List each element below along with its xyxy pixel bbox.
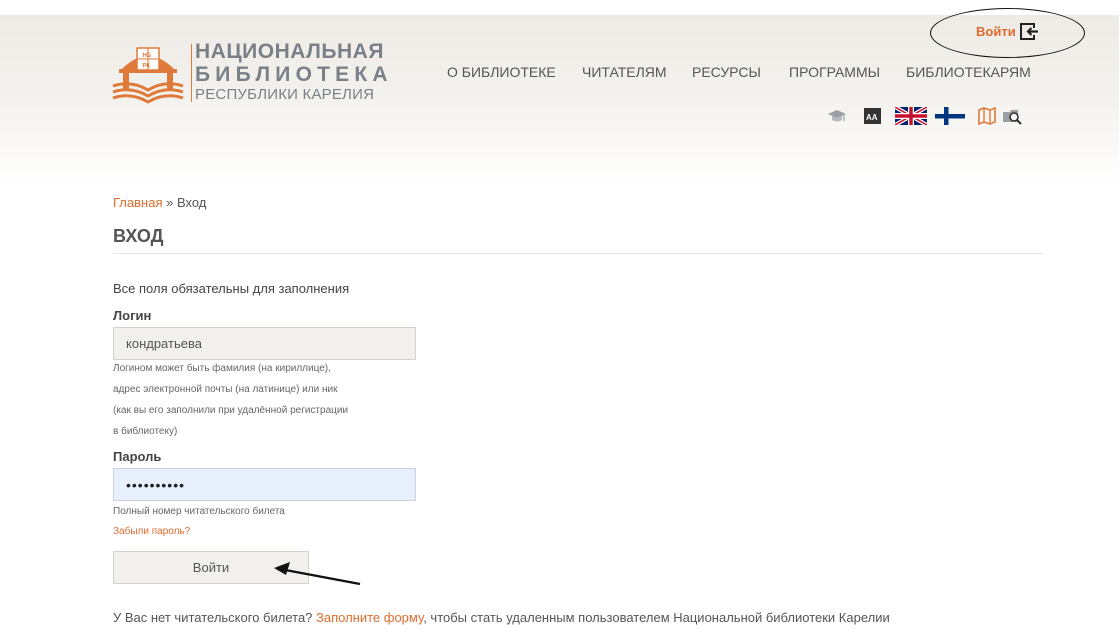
main-nav: О БИБЛИОТЕКЕ ЧИТАТЕЛЯМ РЕСУРСЫ ПРОГРАММЫ…: [0, 64, 1119, 84]
register-form-link[interactable]: Заполните форму: [316, 610, 423, 625]
nav-programs[interactable]: ПРОГРАММЫ: [789, 64, 880, 80]
title-divider: [113, 253, 1043, 254]
header-login-label: Войти: [976, 23, 1016, 39]
password-hint: Полный номер читательского билета: [113, 506, 285, 517]
required-fields-note: Все поля обязательны для заполнения: [113, 281, 350, 296]
logo-title-line3: РЕСПУБЛИКИ КАРЕЛИЯ: [195, 86, 375, 103]
nav-readers[interactable]: ЧИТАТЕЛЯМ: [582, 64, 667, 80]
annotation-arrow: [274, 562, 361, 586]
breadcrumb-separator: »: [162, 195, 177, 210]
catalog-search-icon[interactable]: [1002, 107, 1022, 125]
nav-resources[interactable]: РЕСУРСЫ: [692, 64, 761, 80]
password-label: Пароль: [113, 449, 162, 464]
register-note-text-after: , чтобы стать удаленным пользователем На…: [423, 610, 890, 625]
password-input[interactable]: [113, 468, 416, 501]
uk-flag-icon[interactable]: [895, 107, 927, 125]
graduation-cap-icon[interactable]: [827, 107, 847, 125]
login-hint: Логином может быть фамилия (на кириллице…: [113, 363, 349, 437]
breadcrumb-home-link[interactable]: Главная: [113, 195, 162, 210]
page-title: ВХОД: [113, 226, 164, 246]
login-input[interactable]: [113, 327, 416, 360]
nav-librarians[interactable]: БИБЛИОТЕКАРЯМ: [906, 64, 1031, 80]
register-note: У Вас нет читательского билета? Заполнит…: [113, 610, 890, 625]
logo-badge-top: НБ: [143, 53, 152, 59]
login-icon: [1019, 22, 1039, 40]
svg-text:AA: AA: [866, 113, 878, 122]
register-note-text-before: У Вас нет читательского билета?: [113, 610, 317, 625]
font-size-icon[interactable]: AA: [863, 107, 883, 125]
header-login-link[interactable]: Войти: [976, 22, 1039, 40]
finland-flag-icon[interactable]: [935, 107, 965, 125]
map-icon[interactable]: [977, 107, 997, 125]
logo-title-line1: НАЦИОНАЛЬНАЯ: [195, 40, 384, 63]
login-label: Логин: [113, 308, 152, 323]
nav-about[interactable]: О БИБЛИОТЕКЕ: [447, 64, 556, 80]
breadcrumb-current: Вход: [176, 195, 207, 210]
forgot-password-link[interactable]: Забыли пароль?: [113, 526, 190, 537]
breadcrumb: Главная » Вход: [113, 195, 206, 210]
